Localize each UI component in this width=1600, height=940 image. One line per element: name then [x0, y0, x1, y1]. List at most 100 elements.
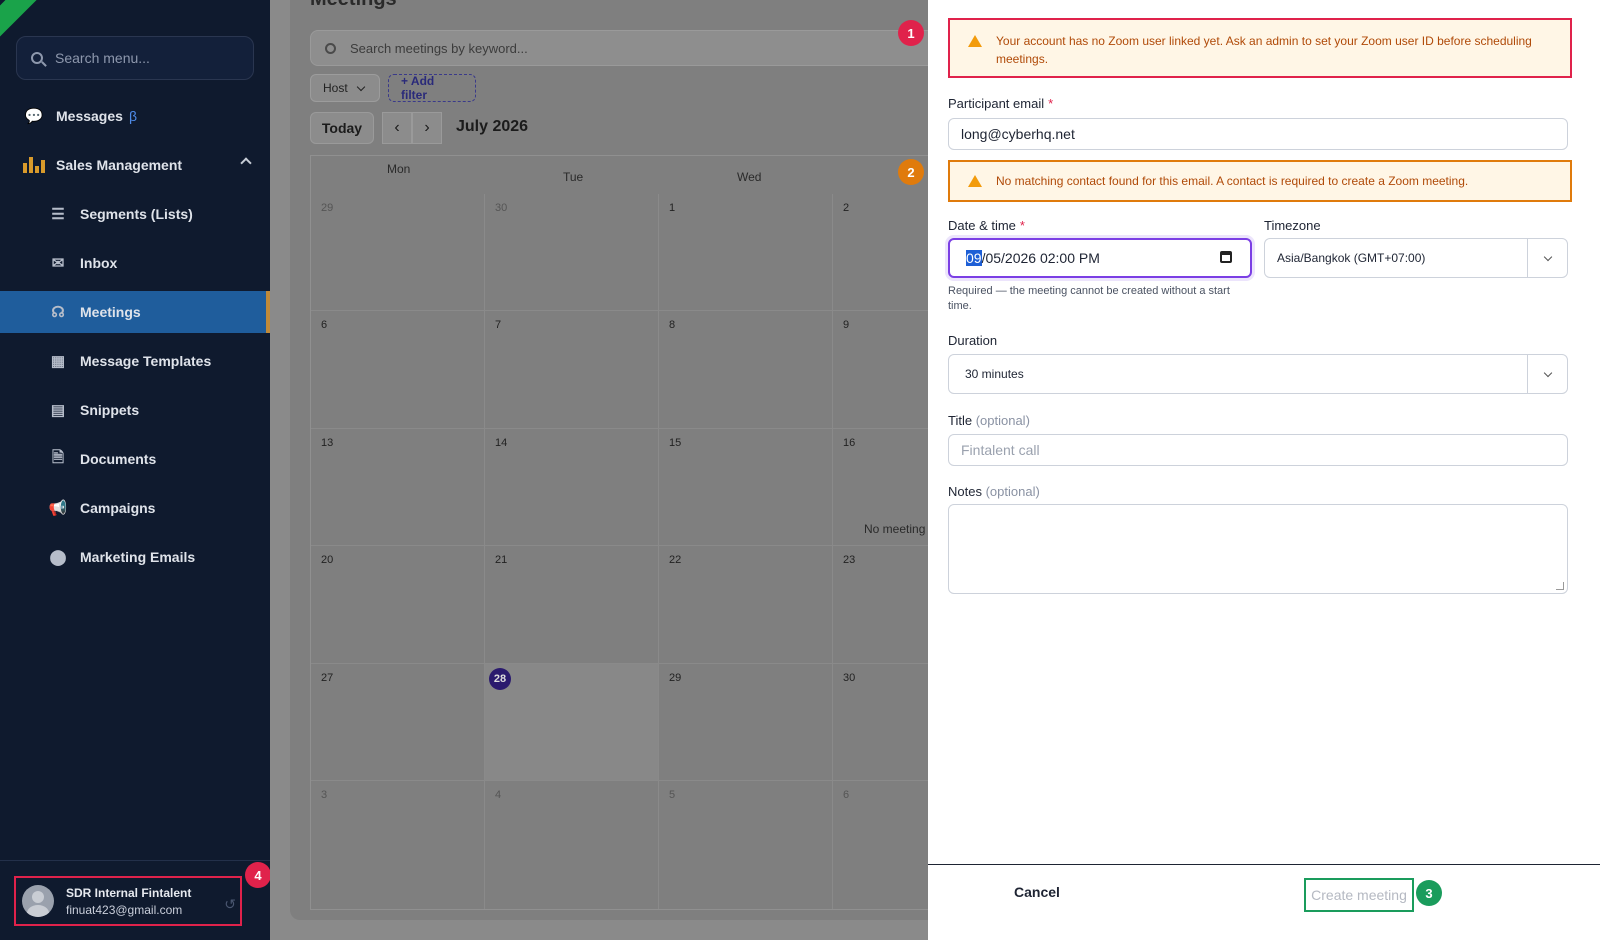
warning-icon: [968, 35, 982, 47]
next-month-button[interactable]: ›: [412, 112, 442, 144]
create-meeting-panel: Your account has no Zoom user linked yet…: [928, 0, 1600, 940]
circle-icon: ⬤: [49, 549, 67, 566]
search-icon: [31, 52, 43, 64]
calendar-day[interactable]: 3: [311, 781, 485, 909]
megaphone-icon: 📢: [48, 500, 68, 517]
calendar-day[interactable]: 2: [833, 194, 928, 311]
annotation-badge-3: 3: [1416, 880, 1442, 906]
avatar: [22, 885, 54, 917]
calendar-day[interactable]: 23: [833, 546, 928, 664]
no-meetings-text: No meeting: [864, 522, 926, 536]
participant-email-input[interactable]: long@cyberhq.net: [948, 118, 1568, 150]
calendar-day[interactable]: 8: [659, 311, 833, 429]
today-marker: 28: [489, 668, 511, 690]
headset-icon: ☊: [51, 304, 65, 321]
warning-icon: [968, 175, 982, 187]
calendar-day[interactable]: 29: [659, 664, 833, 781]
create-meeting-button[interactable]: Create meeting: [1304, 878, 1414, 912]
calendar-day[interactable]: 6: [311, 311, 485, 429]
user-email: finuat423@gmail.com: [66, 902, 183, 917]
calendar-day[interactable]: 30: [833, 664, 928, 781]
calendar-day[interactable]: 22: [659, 546, 833, 664]
sidebar-search-input[interactable]: Search menu...: [16, 36, 254, 80]
sidebar-item-documents[interactable]: 🗎 Documents: [0, 438, 270, 480]
corner-ribbon: [0, 0, 57, 38]
beta-badge: β: [128, 108, 137, 124]
sidebar-item-segments[interactable]: ☰ Segments (Lists): [0, 193, 270, 235]
sidebar-item-marketing-emails[interactable]: ⬤ Marketing Emails: [0, 536, 270, 578]
zoom-warning-alert: Your account has no Zoom user linked yet…: [948, 18, 1572, 78]
calendar-day[interactable]: 9: [833, 311, 928, 429]
cancel-button[interactable]: Cancel: [1014, 884, 1060, 900]
resize-handle-icon[interactable]: [1556, 582, 1564, 590]
chevron-up-icon[interactable]: [240, 157, 252, 169]
title-label: Title (optional): [948, 413, 1030, 428]
user-profile[interactable]: SDR Internal Fintalent finuat423@gmail.c…: [14, 876, 242, 926]
calendar-day[interactable]: 20: [311, 546, 485, 664]
annotation-badge-4: 4: [245, 862, 271, 888]
calendar-day[interactable]: 13: [311, 429, 485, 546]
calendar-day[interactable]: 4: [485, 781, 659, 909]
sidebar-item-meetings[interactable]: ☊ Meetings: [0, 291, 270, 333]
footer-divider: [928, 864, 1600, 865]
chevron-left-icon: ‹: [394, 119, 400, 136]
chevron-right-icon: ›: [424, 119, 430, 136]
list-icon: ☰: [51, 206, 65, 223]
today-button[interactable]: Today: [310, 112, 374, 144]
calendar-icon[interactable]: [1220, 251, 1232, 263]
timezone-select[interactable]: Asia/Bangkok (GMT+07:00): [1264, 238, 1568, 278]
meetings-page: Meetings Search meetings by keyword... H…: [270, 0, 928, 940]
sidebar-item-campaigns[interactable]: 📢 Campaigns: [0, 487, 270, 529]
sidebar-item-snippets[interactable]: ▤ Snippets: [0, 389, 270, 431]
month-label: July 2026: [456, 118, 529, 135]
calendar-day[interactable]: 15: [659, 429, 833, 546]
datetime-input[interactable]: 09/05/2026 02:00 PM: [948, 238, 1252, 278]
search-icon: [325, 42, 336, 54]
inbox-icon: ✉: [51, 255, 65, 272]
calendar-grid: Mon Tue Wed 29 30 1 2 6 7 8 9 13 14 15 1…: [310, 155, 928, 910]
chevron-down-icon: [1527, 355, 1567, 393]
calendar-day[interactable]: 21: [485, 546, 659, 664]
chat-bubbles-icon: 💬: [24, 108, 44, 125]
notes-textarea[interactable]: [948, 504, 1568, 594]
document-icon: 🗎: [51, 448, 65, 466]
annotation-badge-1: 1: [898, 20, 924, 46]
prev-month-button[interactable]: ‹: [382, 112, 412, 144]
contact-warning-alert: No matching contact found for this email…: [948, 160, 1572, 202]
calendar-day[interactable]: 5: [659, 781, 833, 909]
timezone-label: Timezone: [1264, 218, 1321, 233]
calendar-day[interactable]: 7: [485, 311, 659, 429]
bar-chart-icon: [23, 155, 45, 175]
chevron-down-icon: [1527, 239, 1567, 277]
calendar-day[interactable]: 30: [485, 194, 659, 311]
template-icon: ▦: [50, 353, 66, 370]
sidebar-divider: [0, 860, 270, 861]
calendar-day-today[interactable]: 28: [485, 664, 659, 781]
page-title: Meetings: [310, 0, 397, 11]
datetime-label: Date & time *: [948, 218, 1025, 233]
meetings-search-input[interactable]: Search meetings by keyword...: [310, 30, 928, 66]
title-input[interactable]: Fintalent call: [948, 434, 1568, 466]
user-name: SDR Internal Fintalent: [66, 885, 192, 900]
notes-label: Notes (optional): [948, 484, 1040, 499]
chevron-down-icon: [356, 82, 365, 91]
annotation-badge-2: 2: [898, 159, 924, 185]
sidebar-item-messages[interactable]: 💬 Messages β: [0, 95, 270, 137]
datetime-helper-text: Required — the meeting cannot be created…: [948, 285, 1230, 312]
sidebar-item-sales-management[interactable]: Sales Management: [0, 144, 270, 186]
sidebar-item-inbox[interactable]: ✉ Inbox: [0, 242, 270, 284]
calendar-day[interactable]: 27: [311, 664, 485, 781]
calendar-day[interactable]: 14: [485, 429, 659, 546]
snippet-icon: ▤: [50, 402, 66, 419]
host-filter-button[interactable]: Host: [310, 74, 380, 102]
sidebar-item-message-templates[interactable]: ▦ Message Templates: [0, 340, 270, 382]
add-filter-button[interactable]: + Add filter: [388, 74, 476, 102]
participant-email-label: Participant email *: [948, 96, 1054, 111]
calendar-day[interactable]: 29: [311, 194, 485, 311]
duration-select[interactable]: 30 minutes: [948, 354, 1568, 394]
calendar-day[interactable]: 1: [659, 194, 833, 311]
sidebar: Search menu... 💬 Messages β Sales Manage…: [0, 0, 270, 940]
duration-label: Duration: [948, 333, 998, 348]
calendar-day[interactable]: 6: [833, 781, 928, 909]
logout-icon[interactable]: ↺: [224, 896, 236, 913]
